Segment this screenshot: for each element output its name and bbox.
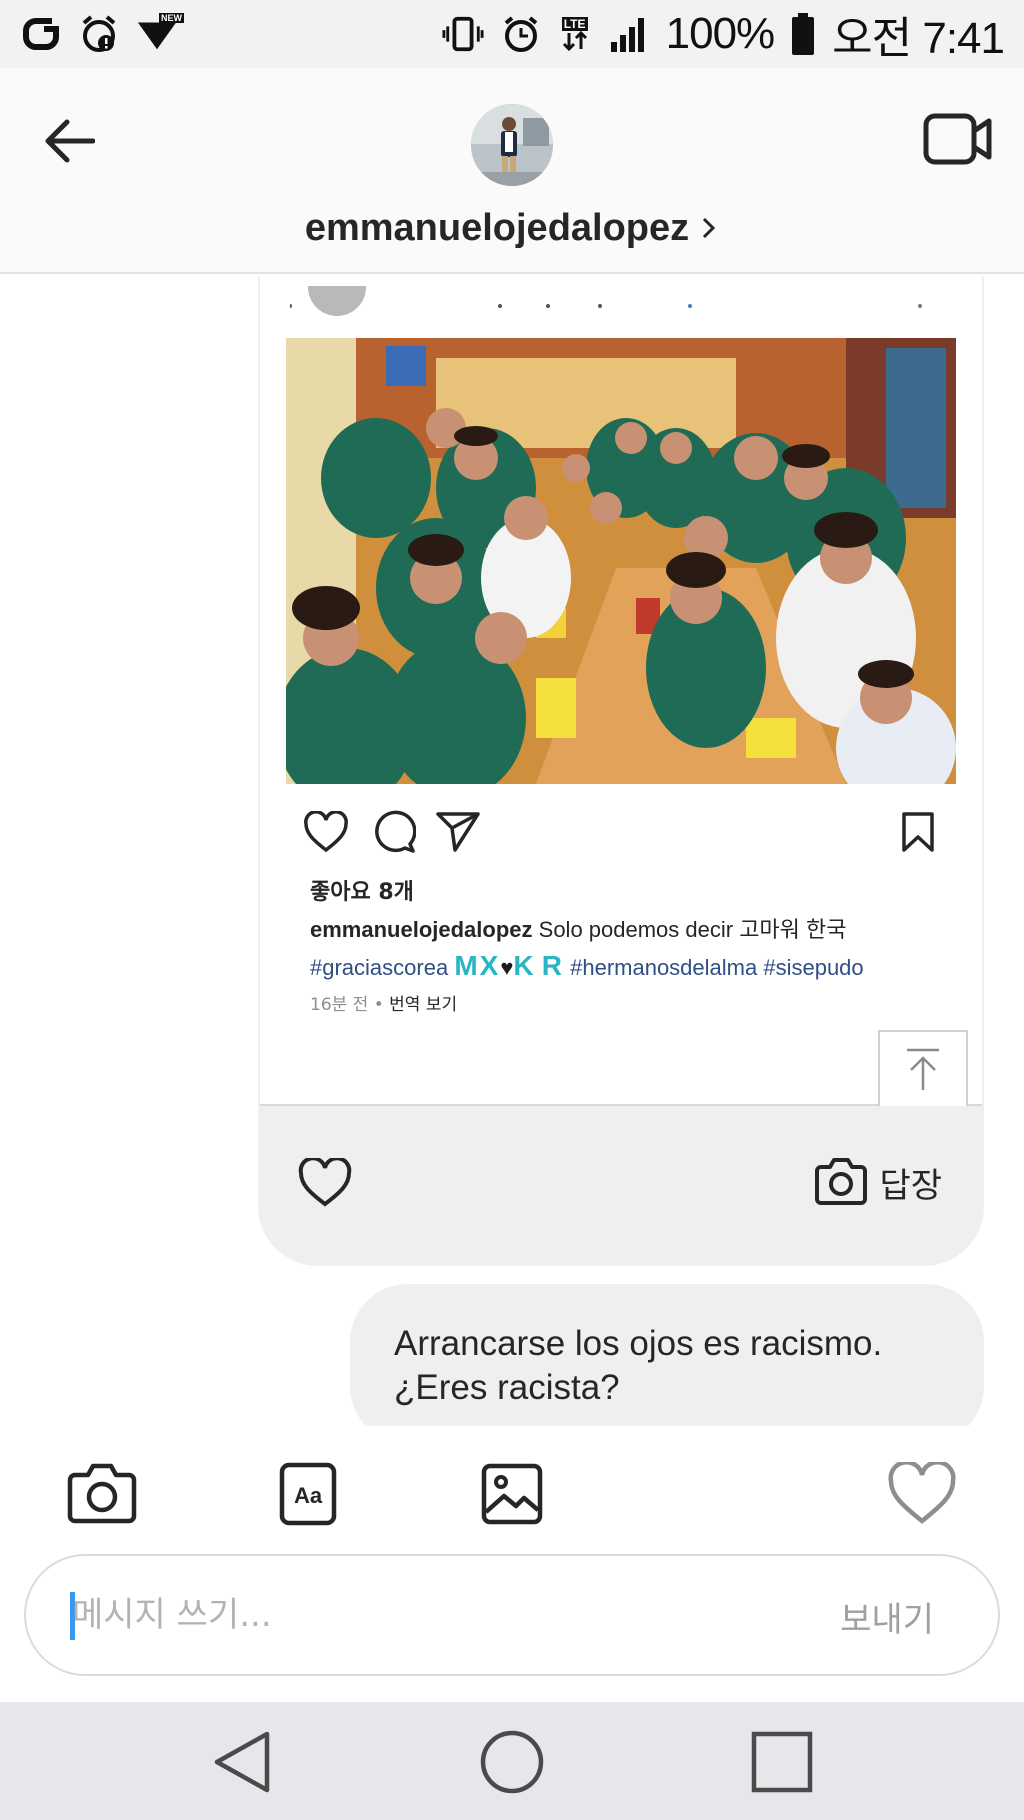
message-input[interactable] [70, 1580, 790, 1650]
avatar[interactable] [471, 104, 553, 186]
post-header-fragment [290, 304, 922, 308]
shared-card-footer: 답장 [258, 1108, 984, 1266]
lte-data-icon: LTE [558, 13, 592, 55]
video-call-button[interactable] [918, 104, 998, 174]
post-caption: emmanuelojedalopez Solo podemos decir 고마… [310, 912, 950, 948]
emblem-r: R [541, 950, 564, 981]
caption-username: emmanuelojedalopez [310, 917, 533, 942]
lte-label: LTE [561, 17, 588, 31]
translate-link: 번역 보기 [389, 995, 458, 1015]
nav-home-icon [480, 1730, 544, 1794]
send-icon [432, 806, 484, 858]
system-nav-bar [0, 1702, 1024, 1820]
battery-icon [790, 13, 816, 55]
arrow-up-icon [907, 1048, 939, 1090]
username-link[interactable]: emmanuelojedalopez [0, 200, 1024, 256]
alarm-alert-icon [78, 13, 120, 55]
nav-back-icon [214, 1731, 270, 1793]
avatar-photo [471, 104, 553, 186]
gallery-button[interactable] [472, 1458, 552, 1530]
send-button[interactable]: 보내기 [840, 1592, 934, 1641]
wifi-new-icon: NEW [136, 13, 184, 55]
post-avatar [308, 286, 366, 316]
message-list[interactable]: 좋아요 8개 emmanuelojedalopez Solo podemos d… [0, 276, 1024, 1426]
vibrate-icon [442, 13, 484, 55]
shared-post-screenshot: 좋아요 8개 emmanuelojedalopez Solo podemos d… [260, 276, 982, 1106]
reply-button[interactable]: 답장 [813, 1150, 942, 1214]
hashtag: #hermanosdelalma [570, 955, 758, 980]
nav-back-button[interactable] [202, 1726, 282, 1798]
status-bar: NEW LTE 100% 오전 7:41 [0, 0, 1024, 68]
clock: 오전 7:41 [832, 14, 1005, 63]
like-message-button[interactable] [294, 1152, 356, 1214]
nav-recents-icon [751, 1731, 813, 1793]
composer-toolbar: Aa [0, 1426, 1024, 1556]
comment-icon [368, 806, 420, 858]
nav-home-button[interactable] [472, 1726, 552, 1798]
post-photo [286, 338, 956, 784]
message-line: ¿Eres racista? [394, 1368, 620, 1407]
battery-percent: 100% [665, 9, 776, 58]
post-time: 16분 전 [310, 995, 369, 1015]
back-button[interactable] [36, 108, 102, 174]
post-actions [286, 806, 956, 862]
gallery-icon [481, 1463, 543, 1525]
video-camera-icon [923, 113, 992, 165]
text-format-icon: Aa [279, 1462, 337, 1526]
username: emmanuelojedalopez [304, 206, 690, 249]
scroll-to-top-button [878, 1030, 968, 1106]
signal-icon [608, 13, 650, 55]
emblem-x: X [479, 950, 501, 981]
hashtag: #sisepudo [763, 955, 864, 980]
message-line: Arrancarse los ojos es racismo. [394, 1324, 883, 1363]
sent-message-bubble[interactable]: Arrancarse los ojos es racismo. ¿Eres ra… [350, 1284, 984, 1426]
post-like-count: 좋아요 8개 [310, 880, 414, 905]
meta-separator: • [373, 995, 384, 1015]
camera-icon [67, 1463, 137, 1524]
chat-header: emmanuelojedalopez [0, 68, 1024, 274]
back-arrow-icon [45, 119, 95, 163]
camera-icon [815, 1158, 868, 1205]
nav-recents-button[interactable] [742, 1726, 822, 1798]
app-logo-icon [20, 13, 62, 55]
emblem-m: M [454, 950, 480, 981]
new-badge: NEW [159, 13, 184, 23]
message-input-container: 보내기 [24, 1554, 1000, 1676]
heart-icon [300, 806, 352, 858]
like-button[interactable] [882, 1458, 962, 1530]
heart-icon [298, 1158, 352, 1207]
post-meta: 16분 전 • 번역 보기 [310, 990, 457, 1015]
post-hashtags: #graciascorea MX♥K R #hermanosdelalma #s… [310, 948, 970, 986]
caption-text: Solo podemos decir 고마워 한국 [538, 917, 847, 942]
hashtag: #graciascorea [310, 955, 449, 980]
reply-label: 답장 [879, 1165, 942, 1206]
text-format-button[interactable]: Aa [268, 1458, 348, 1530]
heart-icon [888, 1462, 956, 1524]
camera-button[interactable] [62, 1458, 142, 1530]
shared-post-card[interactable]: 좋아요 8개 emmanuelojedalopez Solo podemos d… [258, 276, 984, 1266]
svg-text:Aa: Aa [294, 1483, 323, 1508]
alarm-icon [500, 13, 542, 55]
chevron-right-icon [703, 217, 716, 239]
emblem-k: K [513, 950, 536, 981]
emblem-heart: ♥ [500, 955, 514, 980]
bookmark-icon [892, 806, 944, 858]
